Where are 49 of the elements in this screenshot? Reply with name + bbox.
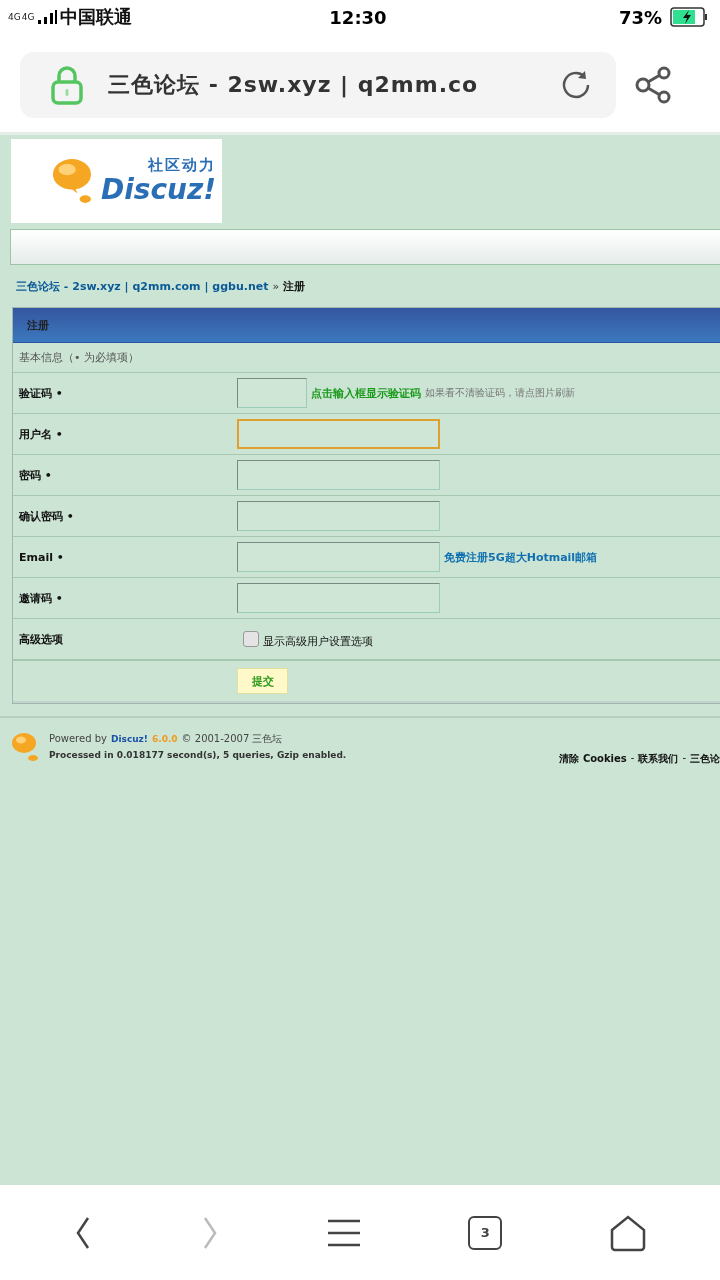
field-label: 邀请码 • (19, 590, 63, 606)
address-bar[interactable]: 三色论坛 - 2sw.xyz | q2mm.co (20, 51, 616, 118)
footer-link[interactable]: 清除 Cookies (559, 752, 627, 766)
share-icon[interactable] (634, 64, 672, 105)
footer-link[interactable]: 联系我们 (638, 752, 679, 766)
input-field[interactable] (237, 460, 440, 490)
lightbulb-icon (51, 156, 93, 206)
home-icon[interactable] (608, 1213, 647, 1252)
field-label: 确认密码 • (19, 508, 74, 524)
tabs-button[interactable]: 3 (468, 1215, 503, 1250)
input-field[interactable] (237, 583, 440, 613)
hint-text: 如果看不清验证码，请点图片刷新 (425, 386, 575, 400)
help-link[interactable]: 免费注册5G超大Hotmail邮箱 (444, 549, 598, 565)
input-field[interactable] (237, 501, 440, 531)
footer-link[interactable]: 三色论 (690, 752, 720, 766)
page-title: 三色论坛 - 2sw.xyz | q2mm.co (108, 70, 480, 100)
processed-text: Processed in 0.018177 second(s), 5 queries, Gzip enabled. (49, 750, 347, 760)
network-label: 4G (21, 12, 35, 22)
separator-text: - (630, 752, 635, 765)
field-label: 高级选项 (19, 631, 63, 647)
breadcrumb-separator: » (272, 280, 280, 293)
captcha-field[interactable] (237, 378, 307, 408)
field-label: 验证码 • (19, 385, 63, 401)
field-label: 密码 • (19, 467, 52, 483)
input-field[interactable] (237, 419, 440, 449)
carrier-name: 中国联通 (60, 5, 133, 29)
logo-tagline: 社区动力 (148, 156, 216, 176)
network-label: 4G (8, 12, 21, 22)
field-label: Email • (19, 550, 64, 564)
breadcrumb-link[interactable]: 三色论坛 - 2sw.xyz | q2mm.com | ggbu.net (16, 279, 269, 294)
section-label: 基本信息（• 为必填项） (19, 350, 139, 365)
submit-button[interactable]: 提交 (237, 668, 288, 694)
version-text: 6.0.0 (151, 734, 178, 744)
checkbox-label: 显示高级用户设置选项 (263, 633, 373, 649)
clock-time: 12:30 (329, 6, 387, 28)
lightbulb-icon (11, 732, 39, 762)
separator-text: - (682, 752, 686, 765)
brand-link[interactable]: Discuz! (110, 734, 148, 744)
powered-text: Powered by (49, 733, 107, 744)
logo-wordmark: Discuz! (100, 175, 216, 206)
lock-icon (50, 64, 84, 105)
copyright-text: © 2001-2007 三色坛 (181, 732, 283, 746)
form-title: 注册 (27, 317, 49, 333)
input-field[interactable] (237, 542, 440, 572)
checkbox[interactable] (243, 631, 259, 647)
breadcrumb-current: 注册 (283, 279, 306, 294)
signal-icon (37, 9, 58, 25)
battery-percent: 73% (618, 6, 662, 28)
field-label: 用户名 • (19, 426, 63, 442)
